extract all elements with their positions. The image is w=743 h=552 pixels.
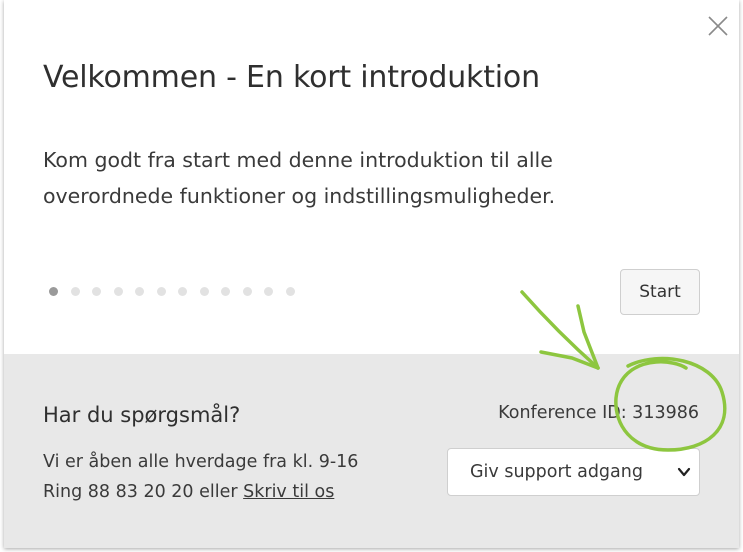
step-dot[interactable] xyxy=(221,287,230,296)
chevron-down-icon xyxy=(677,467,691,477)
step-dot[interactable] xyxy=(242,287,252,296)
step-dot[interactable] xyxy=(113,287,123,296)
phone-text: Ring 88 83 20 20 eller xyxy=(43,482,244,502)
step-dot[interactable] xyxy=(264,287,273,296)
close-icon xyxy=(708,16,728,36)
step-dot[interactable] xyxy=(70,287,80,296)
step-dot[interactable] xyxy=(49,287,58,296)
dialog-title: Velkommen - En kort introduktion xyxy=(43,60,540,95)
step-dot[interactable] xyxy=(156,287,166,296)
support-select-value: Giv support adgang xyxy=(470,462,643,482)
support-access-select[interactable]: Giv support adgang xyxy=(447,448,700,496)
step-dot[interactable] xyxy=(199,287,209,296)
step-dot[interactable] xyxy=(92,287,101,296)
step-indicator xyxy=(49,287,295,296)
close-button[interactable] xyxy=(706,14,730,38)
opening-hours: Vi er åben alle hverdage fra kl. 9-16 xyxy=(43,452,359,472)
support-footer: Har du spørgsmål? Vi er åben alle hverda… xyxy=(4,354,739,548)
welcome-dialog: Velkommen - En kort introduktion Kom god… xyxy=(4,0,739,548)
phone-line: Ring 88 83 20 20 eller Skriv til os xyxy=(43,477,358,507)
step-dot[interactable] xyxy=(178,287,187,296)
contact-link[interactable]: Skriv til os xyxy=(243,482,334,502)
dialog-description: Kom godt fra start med denne introduktio… xyxy=(43,148,556,208)
contact-info: Vi er åben alle hverdage fra kl. 9-16 Ri… xyxy=(43,447,358,507)
faq-title: Har du spørgsmål? xyxy=(43,403,241,427)
step-dot[interactable] xyxy=(135,287,144,296)
step-dot[interactable] xyxy=(285,287,295,296)
conference-id: Konference ID: 313986 xyxy=(498,403,699,423)
start-button[interactable]: Start xyxy=(620,269,700,315)
